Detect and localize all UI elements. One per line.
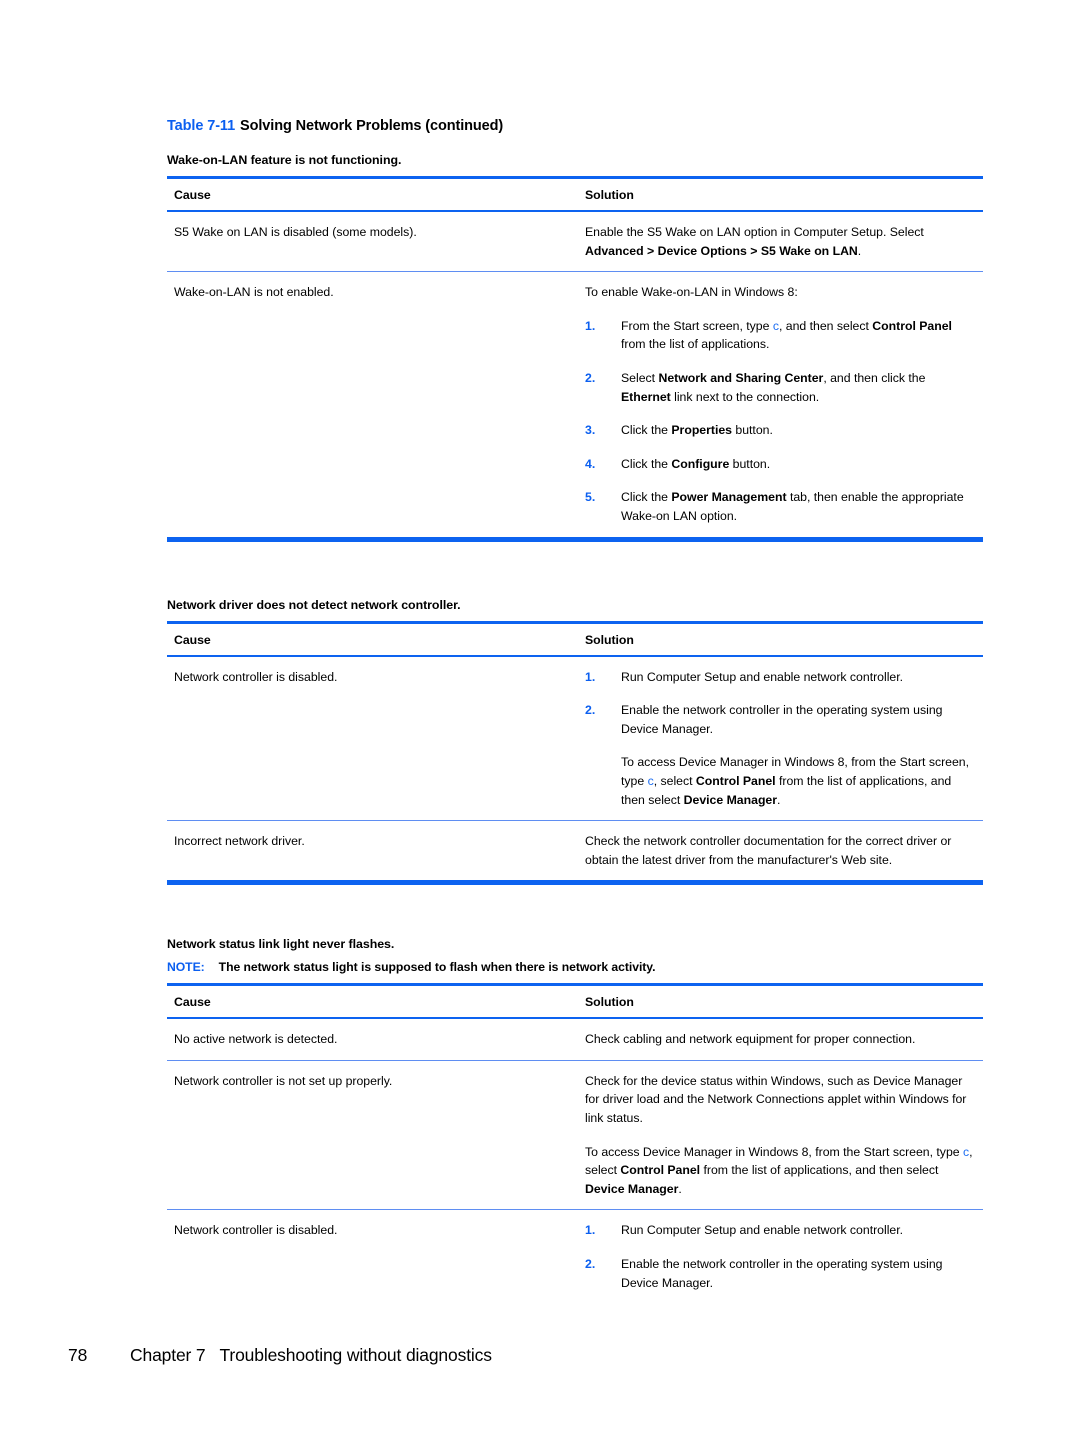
solution-extra-text: To access Device Manager in Windows 8, f… [585, 1144, 973, 1196]
list-item: 2. Select Network and Sharing Center, and… [585, 370, 926, 404]
solution-steps-list: 1. From the Start screen, type c, and the… [585, 317, 977, 526]
table-header-row: Cause Solution [167, 986, 983, 1017]
footer-chapter-title: Troubleshooting without diagnostics [219, 1345, 492, 1365]
page-number: 78 [68, 1345, 88, 1365]
section-heading: Network driver does not detect network c… [167, 597, 461, 612]
table-row: Network controller is disabled. 1. Run Co… [167, 1210, 983, 1303]
solution-intro-text: Enable the S5 Wake on LAN option in Comp… [585, 225, 924, 239]
footer-chapter: Chapter 7 [130, 1345, 206, 1365]
step-number: 1. [585, 1223, 596, 1238]
table-caption-number: Table 7-11 [167, 118, 236, 134]
keycap-c: c [647, 773, 654, 788]
table-section-status-light: Network status link light never flashes.… [167, 937, 983, 1303]
step-text: Run Computer Setup and enable network co… [621, 1223, 904, 1238]
solution-intro-text: To enable Wake-on-LAN in Windows 8: [585, 285, 798, 300]
note-text: The network status light is supposed to … [218, 960, 656, 975]
column-header-solution: Solution [585, 188, 634, 202]
table-section-wake-on-lan: Wake-on-LAN feature is not functioning. … [167, 153, 983, 542]
cell-solution: 1. Run Computer Setup and enable network … [577, 1210, 983, 1303]
table-caption-title: Solving Network Problems (continued) [240, 118, 504, 134]
column-header-cause: Cause [174, 632, 211, 647]
step-number: 2. [585, 370, 596, 385]
cell-solution: 1. Run Computer Setup and enable network … [577, 657, 983, 821]
note-callout: NOTE: The network status light is suppose… [167, 960, 983, 983]
table-caption: Table 7-11 Solving Network Problems (cont… [167, 118, 983, 134]
table-section-network-driver: Network driver does not detect network c… [167, 598, 983, 886]
solution-steps-list: 1. Run Computer Setup and enable network … [585, 1221, 977, 1292]
list-item: 2. Enable the network controller in the o… [585, 1255, 977, 1292]
table-row: Network controller is disabled. 1. Run Co… [167, 657, 983, 821]
cell-solution: Check for the device status within Windo… [577, 1061, 983, 1210]
column-header-solution: Solution [585, 995, 634, 1010]
list-item: 1. Run Computer Setup and enable network … [585, 668, 977, 687]
solution-bold-path: Advanced > Device Options > S5 Wake on L… [585, 243, 862, 258]
cell-solution: Check cabling and network equipment for … [585, 1032, 916, 1047]
list-item: 1. Run Computer Setup and enable network … [585, 1221, 977, 1240]
step-text: Enable the network controller in the ope… [621, 703, 943, 736]
step-number: 3. [585, 423, 596, 438]
step-text: Run Computer Setup and enable network co… [621, 669, 904, 684]
list-item: 2. Enable the network controller in the o… [585, 701, 977, 809]
step-number: 1. [585, 318, 596, 333]
cell-cause: No active network is detected. [174, 1032, 338, 1047]
step-subtext: To access Device Manager in Windows 8, f… [621, 755, 970, 807]
section-heading: Network status link light never flashes. [167, 937, 395, 952]
cell-solution: To enable Wake-on-LAN in Windows 8: 1. Fr… [577, 272, 983, 536]
cell-cause: Wake-on-LAN is not enabled. [174, 285, 334, 300]
cell-solution: Enable the S5 Wake on LAN option in Comp… [577, 212, 983, 271]
table-header-row: Cause Solution [167, 179, 983, 210]
page-footer: 78 Chapter 7 Troubleshooting without dia… [68, 1345, 968, 1366]
step-number: 2. [585, 1257, 596, 1272]
cell-cause: Network controller is disabled. [174, 669, 338, 684]
cell-cause: S5 Wake on LAN is disabled (some models)… [174, 225, 417, 239]
step-number: 5. [585, 490, 596, 505]
solution-steps-list: 1. Run Computer Setup and enable network … [585, 668, 977, 810]
cell-cause: Network controller is not set up properl… [174, 1073, 393, 1088]
table-row: Incorrect network driver. Check the netw… [167, 821, 983, 880]
step-number: 2. [585, 703, 596, 718]
page-content: Table 7-11 Solving Network Problems (cont… [167, 118, 983, 1303]
column-header-cause: Cause [174, 995, 211, 1010]
column-header-solution: Solution [585, 632, 634, 647]
keycap-c: c [772, 318, 779, 333]
table-row: S5 Wake on LAN is disabled (some models)… [167, 212, 983, 271]
column-header-cause: Cause [174, 188, 211, 202]
list-item: 3. Click the Properties button. [585, 421, 977, 440]
table-row: Network controller is not set up properl… [167, 1061, 983, 1210]
step-text: Enable the network controller in the ope… [621, 1257, 943, 1290]
step-number: 4. [585, 456, 596, 471]
solution-text: Check for the device status within Windo… [585, 1073, 967, 1126]
note-keyword: NOTE: [167, 960, 205, 975]
cell-cause: Incorrect network driver. [174, 834, 305, 849]
table-row: Wake-on-LAN is not enabled. To enable Wa… [167, 272, 983, 536]
table-header-row: Cause Solution [167, 624, 983, 655]
cell-solution: Check the network controller documentati… [585, 834, 952, 867]
document-page: Table 7-11 Solving Network Problems (cont… [0, 0, 1080, 1437]
section-heading: Wake-on-LAN feature is not functioning. [167, 153, 402, 167]
list-item: 5. Click the Power Management tab, then e… [585, 490, 964, 523]
table-row: No active network is detected. Check cab… [167, 1019, 983, 1060]
list-item: 4. Click the Configure button. [585, 455, 977, 474]
list-item: 1. From the Start screen, type c, and the… [585, 318, 952, 352]
step-number: 1. [585, 669, 596, 684]
keycap-c: c [962, 1144, 970, 1159]
cell-cause: Network controller is disabled. [174, 1223, 338, 1238]
